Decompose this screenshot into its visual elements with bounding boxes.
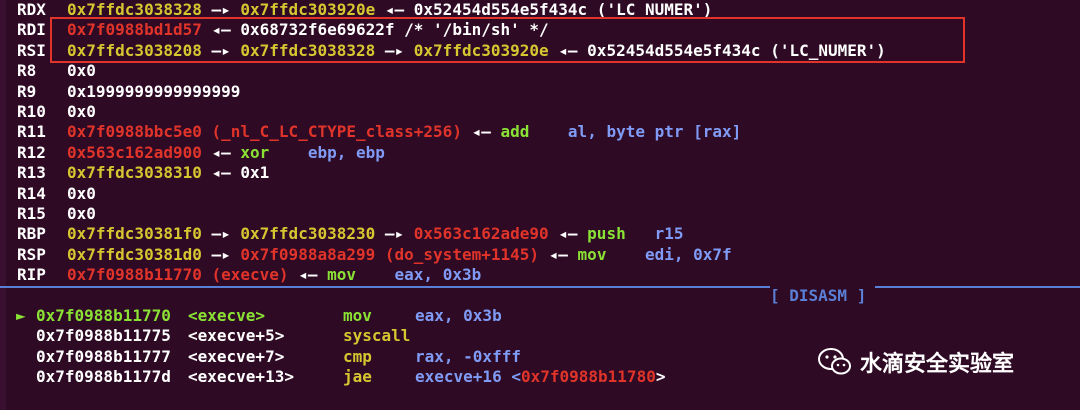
- value-token: add: [500, 122, 530, 142]
- instruction-symbol: <execve>: [188, 306, 266, 325]
- value-token: mov: [327, 265, 356, 285]
- disasm-row: ► 0x7f0988b11770 <execve> mov eax, 0x3b: [0, 306, 1080, 326]
- value-token: 0x0: [67, 204, 96, 223]
- register-name: RBP: [17, 224, 46, 244]
- value-token: ◂—: [288, 265, 328, 285]
- register-name: R13: [17, 163, 46, 183]
- operand-token: rax, -0xfff: [415, 346, 521, 366]
- instruction-symbol: <execve+13>: [188, 367, 294, 387]
- current-instruction-arrow: ►: [16, 306, 26, 325]
- instruction-mnemonic: mov: [343, 306, 372, 325]
- instruction-address: 0x7f0988b11775: [36, 326, 171, 346]
- instruction-operands: execve+16 <0x7f0988b11780>: [415, 367, 665, 387]
- value-token: eax, 0x3b: [356, 265, 482, 285]
- value-token: edi, 0x7f: [606, 244, 732, 264]
- value-token: ◂—: [201, 163, 241, 183]
- register-value: 0x0: [67, 61, 96, 81]
- register-value: 0x7ffdc3038310 ◂— 0x1: [67, 163, 269, 183]
- value-token: 0x0: [67, 183, 96, 203]
- operand-token: execve+16 <: [415, 367, 521, 387]
- value-token: 0x7f0988bbc5e0 (_nl_C_LC_CTYPE_class+256…: [67, 122, 462, 142]
- register-value: 0x0: [67, 184, 96, 204]
- instruction-mnemonic: cmp: [343, 346, 372, 366]
- register-value: 0x7ffdc30381d0 —▸ 0x7f0988a8a299 (do_sys…: [67, 245, 732, 265]
- register-name: R12: [17, 142, 46, 162]
- value-token: xor: [240, 142, 270, 162]
- instruction-address: 0x7f0988b11770: [36, 306, 171, 325]
- register-value: 0x7ffdc30381f0 —▸ 0x7ffdc3038230 —▸ 0x56…: [67, 224, 684, 244]
- value-token: ◂—: [539, 244, 578, 264]
- operand-token: eax, 0x3b: [415, 306, 502, 325]
- instruction-symbol: <execve+5>: [188, 326, 285, 346]
- value-token: al, byte ptr [rax]: [529, 122, 742, 142]
- operand-token: >: [655, 367, 666, 387]
- value-token: 0x563c162ade90: [413, 224, 549, 244]
- value-token: 0x7ffdc30381d0: [67, 244, 202, 264]
- value-token: ◂—: [461, 122, 501, 142]
- value-token: —▸: [375, 224, 414, 244]
- register-name: RSP: [17, 244, 46, 264]
- register-value: 0x0: [67, 204, 96, 224]
- value-token: 0x1999999999999999: [67, 81, 241, 101]
- value-token: 0x563c162ad900: [67, 142, 202, 162]
- value-token: 0x0: [67, 102, 96, 121]
- register-value: 0x7f0988b11770 (execve) ◂— mov eax, 0x3b: [67, 265, 481, 285]
- value-token: 0x0: [67, 61, 96, 81]
- value-token: ◂—: [201, 142, 241, 162]
- register-name: RSI: [17, 40, 46, 60]
- value-token: r15: [625, 224, 684, 244]
- register-name: R15: [17, 204, 46, 223]
- operand-token: 0x7f0988b11780: [520, 367, 656, 387]
- section-divider: [0, 286, 770, 288]
- value-token: 0x7f0988b11770 (execve): [67, 265, 289, 285]
- instruction-operands: rax, -0xfff: [415, 347, 521, 367]
- value-token: ebp, ebp: [269, 142, 385, 162]
- instruction-operands: eax, 0x3b: [415, 306, 502, 326]
- register-value: 0x7f0988bbc5e0 (_nl_C_LC_CTYPE_class+256…: [67, 122, 741, 142]
- value-token: push: [587, 224, 626, 244]
- section-divider-end: [875, 286, 1080, 288]
- wechat-icon: [818, 348, 851, 375]
- register-name: R9: [17, 81, 37, 101]
- instruction-mnemonic: syscall: [343, 326, 411, 346]
- value-token: 0x7ffdc3038230: [240, 224, 376, 244]
- register-name: RIP: [17, 265, 46, 285]
- terminal-window: RDX 0x7ffdc3038328 —▸ 0x7ffdc303920e ◂— 0…: [0, 0, 1080, 410]
- register-name: R11: [17, 122, 46, 142]
- value-token: 0x7f0988a8a299 (do_system+1145): [240, 244, 540, 264]
- register-name: RDX: [17, 0, 46, 19]
- watermark: 水滴安全实验室: [818, 340, 1014, 384]
- register-value: 0x0: [67, 102, 96, 122]
- value-token: 0x7ffdc3038310: [67, 163, 202, 183]
- value-token: —▸: [201, 224, 241, 244]
- register-name: R8: [17, 61, 37, 81]
- value-token: 0x7ffdc30381f0: [67, 224, 202, 244]
- register-name: RDI: [17, 20, 46, 40]
- instruction-mnemonic: jae: [343, 367, 372, 387]
- highlight-box: [50, 17, 965, 63]
- instruction-address: 0x7f0988b11777: [36, 346, 171, 366]
- instruction-symbol: <execve+7>: [188, 346, 285, 366]
- value-token: mov: [577, 244, 607, 264]
- watermark-text: 水滴安全实验室: [860, 352, 1015, 377]
- register-name: R14: [17, 183, 46, 203]
- register-value: 0x1999999999999999: [67, 82, 240, 102]
- register-value: 0x563c162ad900 ◂— xor ebp, ebp: [67, 143, 385, 163]
- value-token: 0x1: [240, 163, 270, 183]
- register-name: R10: [17, 102, 46, 121]
- instruction-address: 0x7f0988b1177d: [36, 367, 171, 387]
- value-token: —▸: [201, 244, 241, 264]
- disasm-header: [ DISASM ]: [770, 286, 867, 305]
- value-token: ◂—: [548, 224, 588, 244]
